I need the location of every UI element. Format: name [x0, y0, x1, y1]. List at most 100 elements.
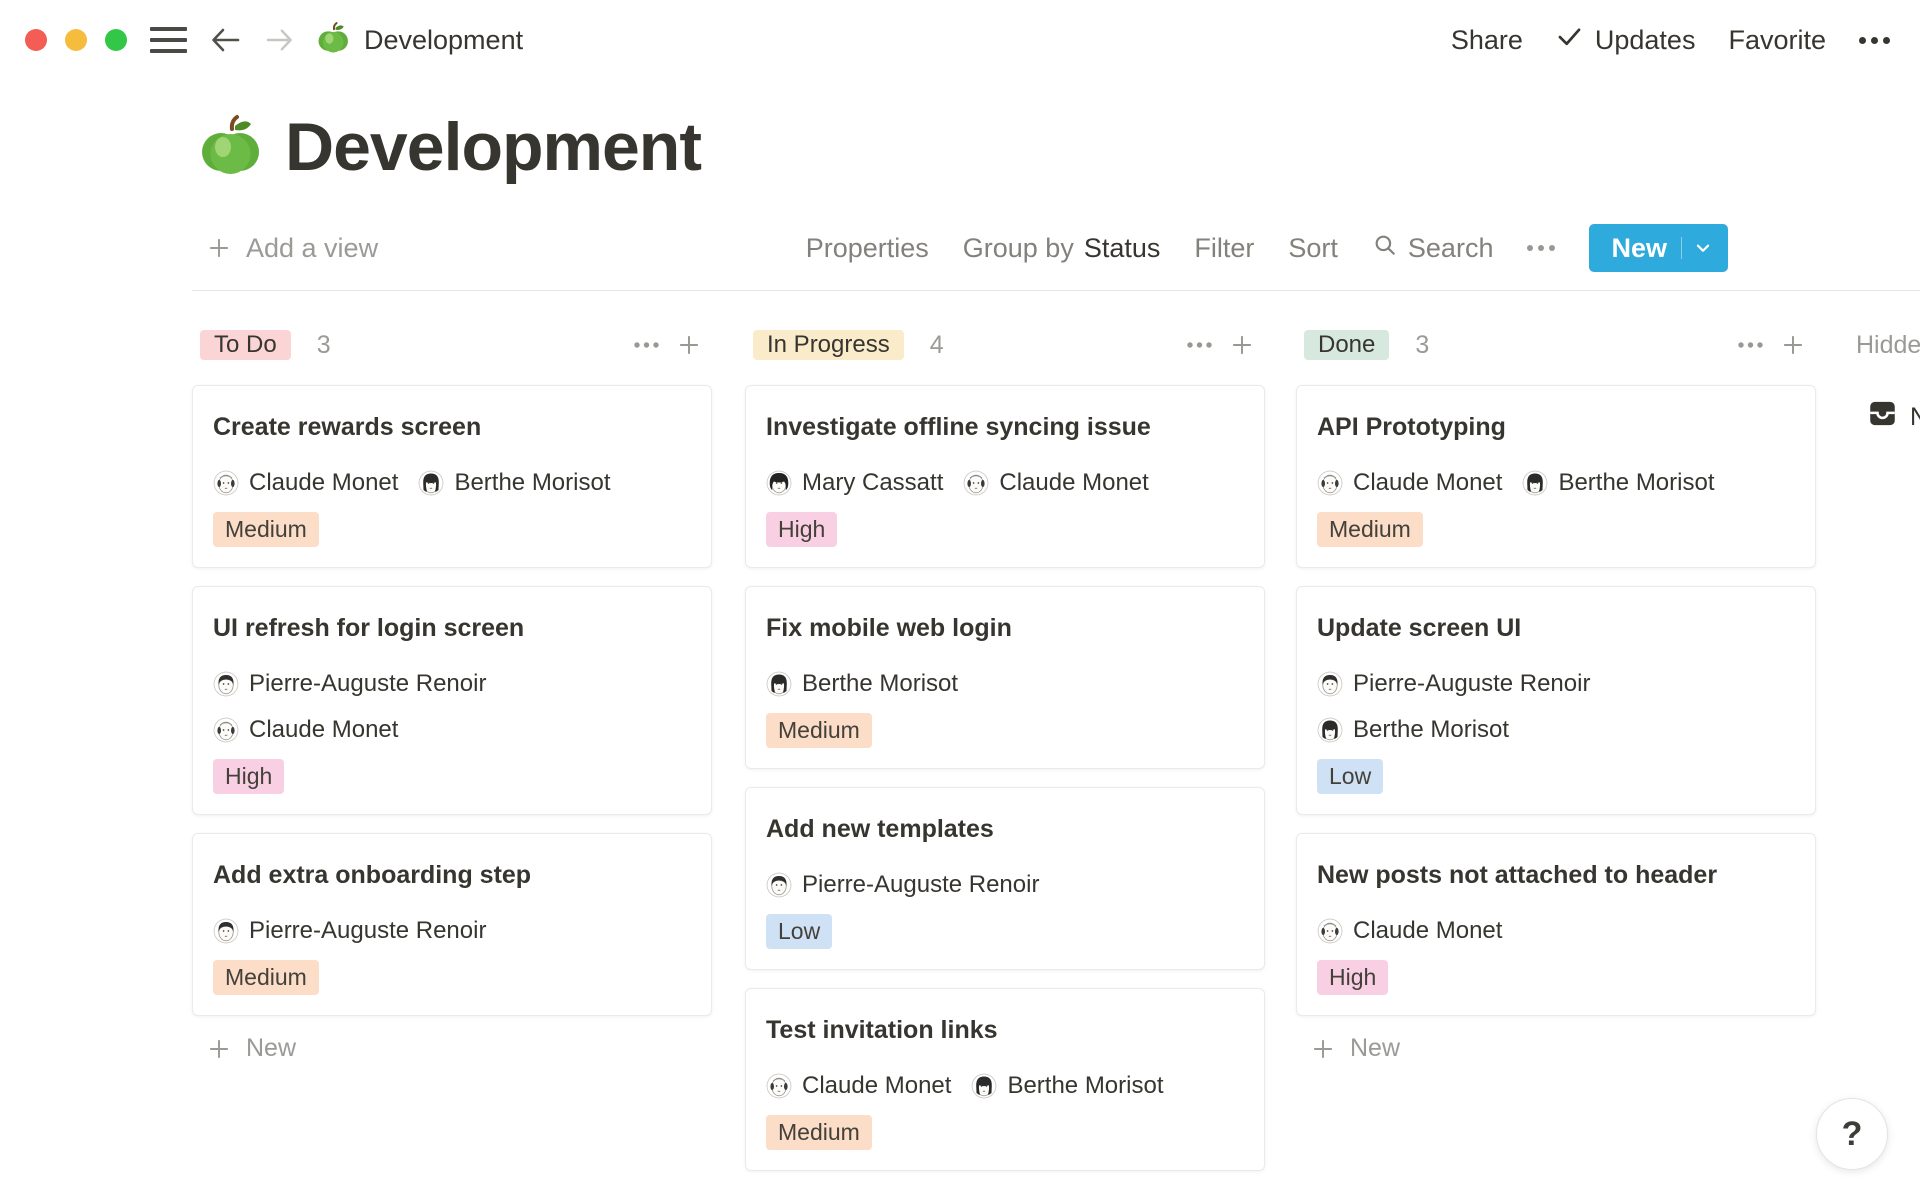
card[interactable]: Test invitation links Claude Monet Berth…	[745, 988, 1265, 1171]
column-more-icon[interactable]	[1186, 341, 1213, 349]
updates-button[interactable]: Updates	[1556, 23, 1696, 57]
column-add-icon[interactable]	[1229, 332, 1255, 358]
assignee: Claude Monet	[1317, 916, 1502, 946]
sort-button[interactable]: Sort	[1288, 233, 1338, 264]
card-title: UI refresh for login screen	[213, 611, 691, 645]
column-header: Done 3	[1296, 330, 1816, 360]
toolbar-divider	[192, 290, 1920, 291]
assignee: Mary Cassatt	[766, 468, 943, 498]
card-title: Update screen UI	[1317, 611, 1795, 645]
assignee: Claude Monet	[766, 1071, 951, 1101]
assignee: Berthe Morisot	[1522, 468, 1714, 498]
card[interactable]: API Prototyping Claude Monet Berthe Mori…	[1296, 385, 1816, 568]
card-title: Fix mobile web login	[766, 611, 1244, 645]
assignee: Pierre-Auguste Renoir	[213, 916, 486, 946]
search-button[interactable]: Search	[1372, 232, 1494, 265]
inbox-icon	[1867, 398, 1898, 436]
titlebar-doc-title: Development	[364, 25, 523, 56]
avatar-pierre-auguste-renoir	[766, 872, 792, 898]
close-window-button[interactable]	[25, 29, 47, 51]
status-badge-todo: To Do	[200, 330, 291, 360]
priority-badge: Low	[766, 914, 832, 949]
priority-badge: High	[213, 759, 284, 794]
add-card-button[interactable]: New	[192, 1034, 712, 1063]
assignee: Berthe Morisot	[418, 468, 610, 498]
assignee: Berthe Morisot	[766, 669, 958, 699]
column-more-icon[interactable]	[1737, 341, 1764, 349]
priority-badge: Medium	[766, 713, 872, 748]
assignee: Berthe Morisot	[971, 1071, 1163, 1101]
card[interactable]: New posts not attached to header Claude …	[1296, 833, 1816, 1016]
column-add-icon[interactable]	[1780, 332, 1806, 358]
avatar-berthe-morisot	[1522, 470, 1548, 496]
traffic-lights	[25, 29, 127, 51]
avatar-claude-monet	[1317, 470, 1343, 496]
group-by-value: Status	[1084, 233, 1161, 264]
avatar-claude-monet	[213, 717, 239, 743]
status-badge-in-progress: In Progress	[753, 330, 904, 360]
avatar-claude-monet	[766, 1073, 792, 1099]
avatar-berthe-morisot	[971, 1073, 997, 1099]
card[interactable]: Add extra onboarding step Pierre-Auguste…	[192, 833, 712, 1016]
priority-badge: Medium	[213, 960, 319, 995]
page-title: Development	[285, 108, 701, 186]
more-options-icon[interactable]	[1859, 37, 1890, 44]
avatar-claude-monet	[1317, 918, 1343, 944]
share-button[interactable]: Share	[1451, 25, 1523, 56]
view-more-icon[interactable]	[1527, 245, 1555, 251]
priority-badge: High	[1317, 960, 1388, 995]
column-header: In Progress 4	[745, 330, 1265, 360]
add-card-button[interactable]: New	[1296, 1034, 1816, 1063]
favorite-button[interactable]: Favorite	[1728, 25, 1826, 56]
avatar-berthe-morisot	[766, 671, 792, 697]
back-icon[interactable]	[209, 24, 241, 56]
card-title: API Prototyping	[1317, 410, 1795, 444]
card[interactable]: Fix mobile web login Berthe Morisot Medi…	[745, 586, 1265, 769]
add-view-button[interactable]: Add a view	[206, 233, 378, 264]
filter-button[interactable]: Filter	[1194, 233, 1254, 264]
column-add-icon[interactable]	[676, 332, 702, 358]
card[interactable]: Investigate offline syncing issue Mary C…	[745, 385, 1265, 568]
assignee: Claude Monet	[963, 468, 1148, 498]
minimize-window-button[interactable]	[65, 29, 87, 51]
hidden-columns-toggle[interactable]: Hidden	[1856, 330, 1920, 360]
assignee: Berthe Morisot	[1317, 715, 1795, 745]
column-header: To Do 3	[192, 330, 712, 360]
avatar-pierre-auguste-renoir	[1317, 671, 1343, 697]
priority-badge: Low	[1317, 759, 1383, 794]
chevron-down-icon[interactable]	[1681, 237, 1714, 259]
group-by-button[interactable]: Group by Status	[963, 233, 1161, 264]
priority-badge: Medium	[213, 512, 319, 547]
card[interactable]: Update screen UI Pierre-Auguste Renoir B…	[1296, 586, 1816, 815]
status-badge-done: Done	[1304, 330, 1389, 360]
assignee: Pierre-Auguste Renoir	[766, 870, 1039, 900]
card[interactable]: UI refresh for login screen Pierre-Augus…	[192, 586, 712, 815]
avatar-claude-monet	[963, 470, 989, 496]
menu-icon[interactable]	[150, 27, 187, 53]
new-button[interactable]: New	[1589, 224, 1728, 272]
card[interactable]: Add new templates Pierre-Auguste Renoir …	[745, 787, 1265, 970]
priority-badge: Medium	[766, 1115, 872, 1150]
avatar-pierre-auguste-renoir	[213, 671, 239, 697]
card[interactable]: Create rewards screen Claude Monet Berth…	[192, 385, 712, 568]
column-count: 3	[1415, 331, 1429, 360]
help-button[interactable]: ?	[1816, 1098, 1888, 1170]
avatar-berthe-morisot	[1317, 717, 1343, 743]
card-title: Create rewards screen	[213, 410, 691, 444]
assignee: Pierre-Auguste Renoir	[213, 669, 691, 699]
page-header: Development	[199, 108, 701, 186]
board-column-done: Done 3 API Prototyping Claude Monet Bert…	[1296, 330, 1816, 1063]
zoom-window-button[interactable]	[105, 29, 127, 51]
green-apple-icon	[317, 21, 350, 59]
avatar-pierre-auguste-renoir	[213, 918, 239, 944]
forward-icon[interactable]	[263, 24, 295, 56]
properties-button[interactable]: Properties	[806, 233, 929, 264]
avatar-claude-monet	[213, 470, 239, 496]
avatar-mary-cassatt	[766, 470, 792, 496]
card-title: Investigate offline syncing issue	[766, 410, 1244, 444]
hidden-group[interactable]: N	[1867, 398, 1920, 436]
column-count: 4	[930, 331, 944, 360]
assignee: Pierre-Auguste Renoir	[1317, 669, 1795, 699]
assignee: Claude Monet	[213, 715, 691, 745]
column-more-icon[interactable]	[633, 341, 660, 349]
